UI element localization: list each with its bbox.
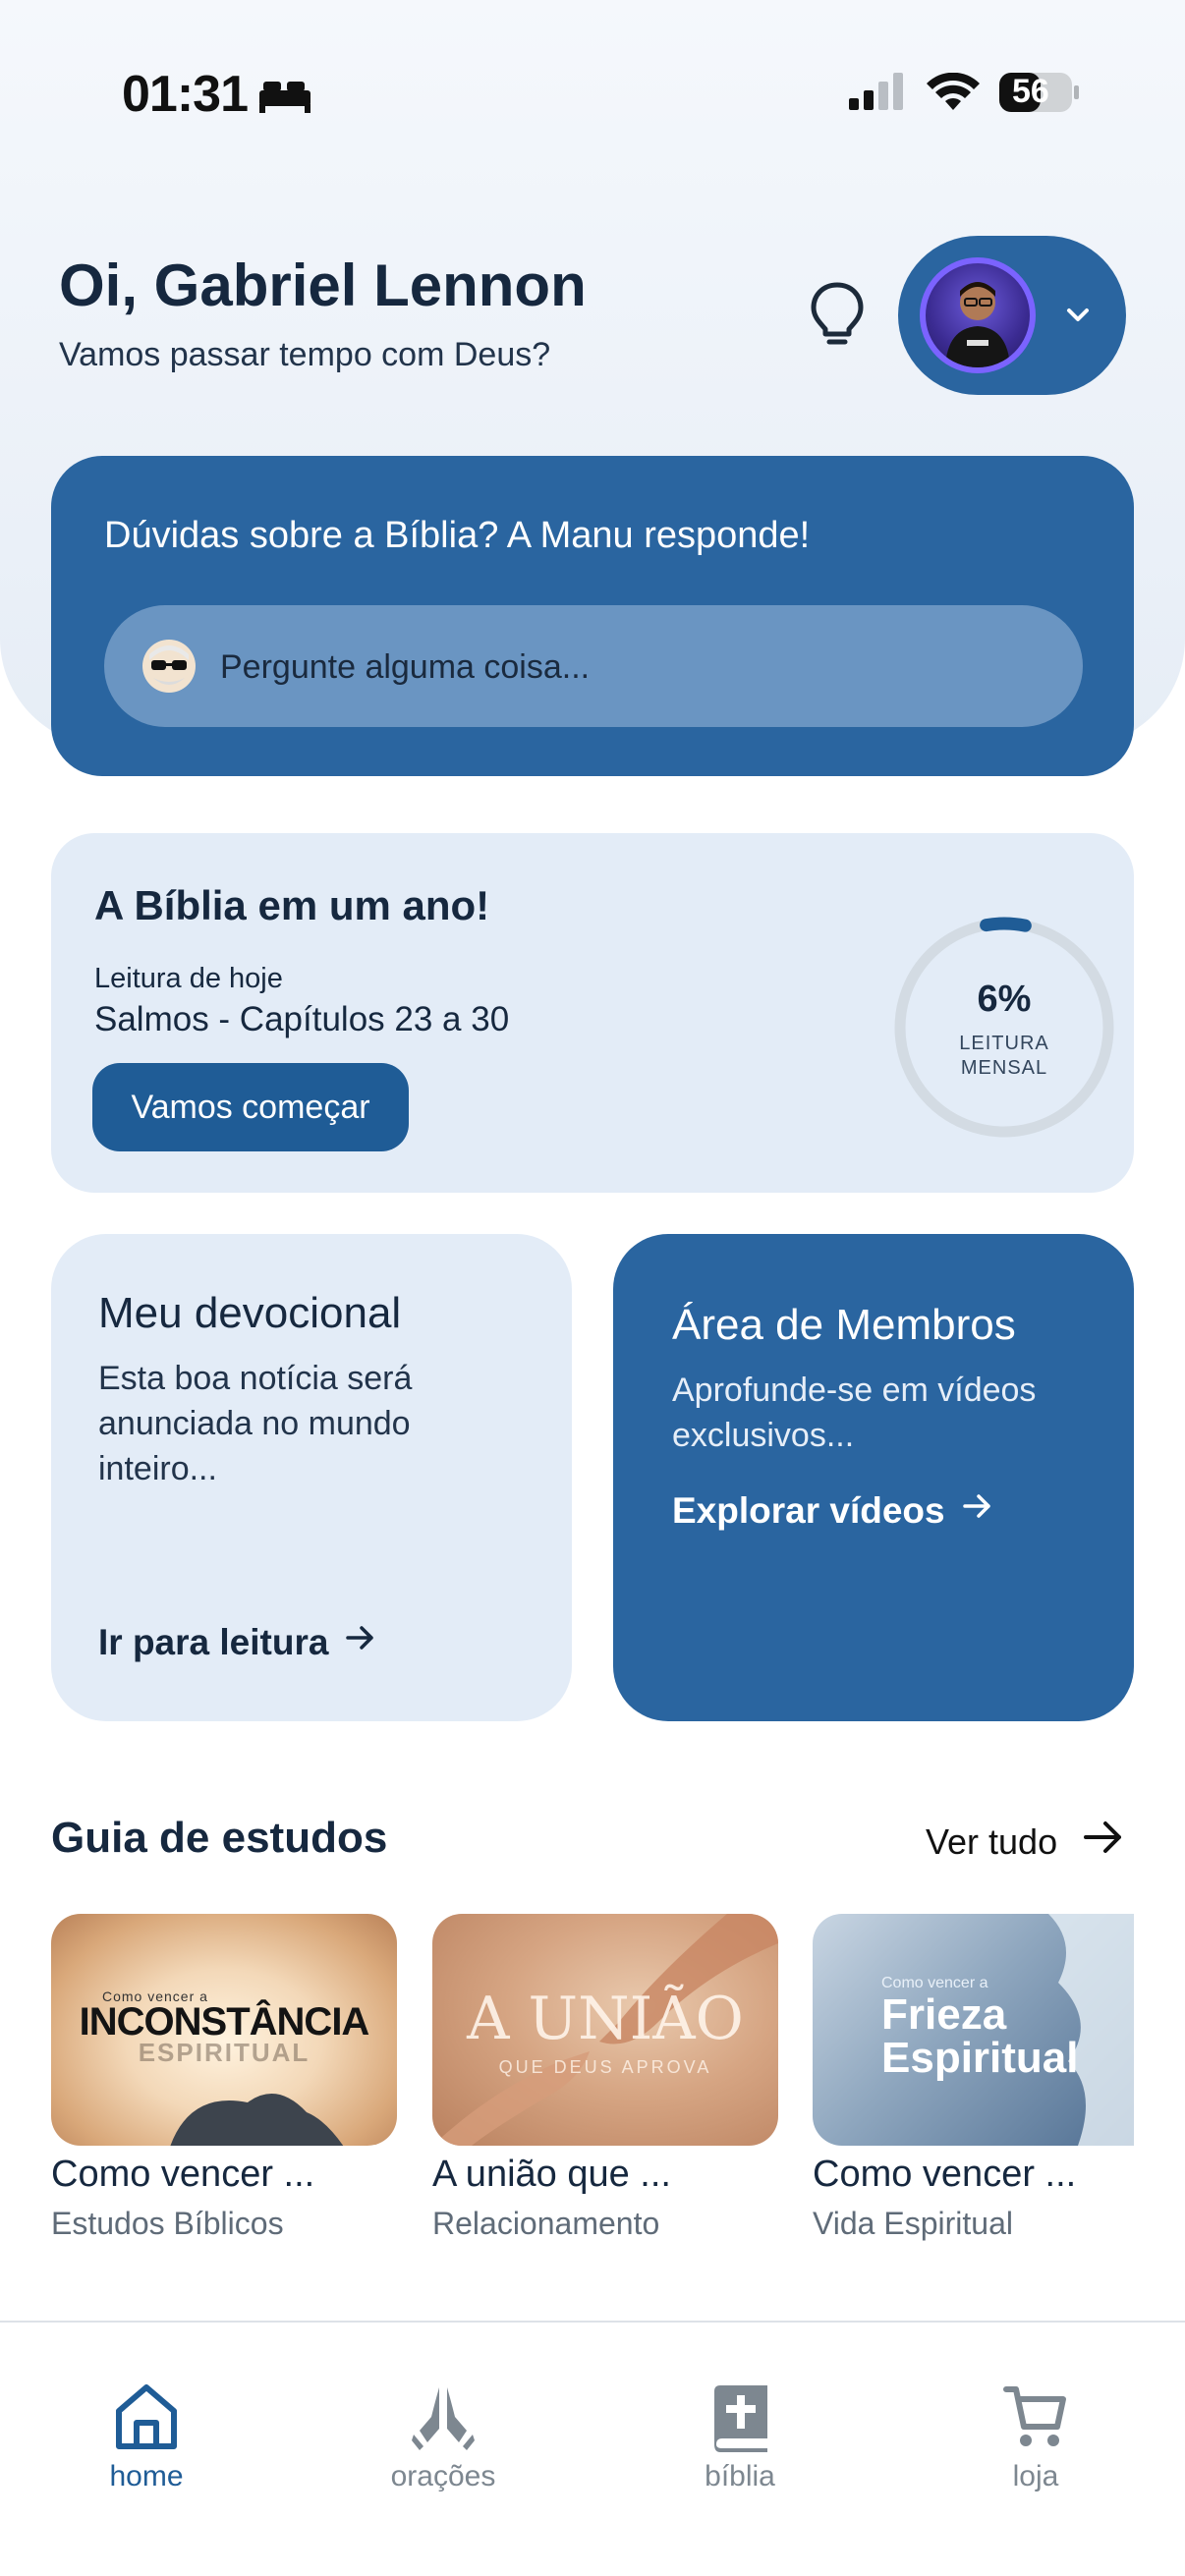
go-to-reading-label: Ir para leitura xyxy=(98,1621,329,1662)
bible-year-card: A Bíblia em um ano! Leitura de hoje Salm… xyxy=(51,833,1134,1193)
devotional-title: Meu devocional xyxy=(98,1289,402,1337)
thumbnail-title: A UNIÃO xyxy=(467,1985,744,2053)
go-to-reading-link[interactable]: Ir para leitura xyxy=(98,1621,377,1663)
home-icon xyxy=(116,2384,177,2449)
study-thumbnail: Como vencer a Frieza Espiritual xyxy=(813,1914,1134,2146)
nav-item-home[interactable]: home xyxy=(48,2381,245,2493)
greeting-title: Oi, Gabriel Lennon xyxy=(59,252,587,318)
study-guide-title: Guia de estudos xyxy=(51,1814,388,1862)
explore-videos-link[interactable]: Explorar vídeos xyxy=(672,1489,994,1532)
thumbnail-subtitle: Espiritual xyxy=(881,2034,1079,2082)
avatar xyxy=(920,257,1036,373)
start-reading-button[interactable]: Vamos começar xyxy=(92,1063,409,1151)
study-category: Estudos Bíblicos xyxy=(51,2206,284,2241)
nav-item-store[interactable]: loja xyxy=(937,2381,1134,2493)
nav-label: loja xyxy=(1012,2460,1059,2492)
bible-year-title: A Bíblia em um ano! xyxy=(94,882,490,928)
battery-level: 56 xyxy=(1012,73,1049,110)
arrow-right-icon xyxy=(1083,1818,1124,1866)
hand-illustration xyxy=(170,2094,344,2146)
today-reading: Salmos - Capítulos 23 a 30 xyxy=(94,1000,510,1038)
bible-icon xyxy=(714,2385,767,2452)
see-all-link[interactable]: Ver tudo xyxy=(926,1818,1124,1866)
devotional-card[interactable]: Meu devocional Esta boa notícia será anu… xyxy=(51,1234,572,1721)
ask-manu-input[interactable]: Pergunte alguma coisa... xyxy=(104,605,1083,727)
nav-item-prayers[interactable]: orações xyxy=(345,2381,541,2493)
profile-menu-button[interactable] xyxy=(898,236,1126,395)
status-time: 01:31 xyxy=(122,66,249,123)
lightbulb-icon[interactable] xyxy=(808,281,867,355)
explore-videos-label: Explorar vídeos xyxy=(672,1489,945,1531)
study-card[interactable]: Como vencer a Frieza Espiritual Como ven… xyxy=(813,1914,1134,2242)
members-area-title: Área de Membros xyxy=(672,1301,1016,1349)
sleep-mode-icon xyxy=(257,79,312,119)
study-thumbnail: Como vencer a INCONSTÂNCIA ESPIRITUAL xyxy=(51,1914,397,2146)
cellular-signal-icon xyxy=(849,73,906,117)
ask-manu-title: Dúvidas sobre a Bíblia? A Manu responde! xyxy=(104,515,811,556)
cart-icon xyxy=(1003,2386,1066,2446)
devotional-text: Esta boa notícia será anunciada no mundo… xyxy=(98,1360,413,1487)
monthly-progress-ring xyxy=(893,917,1115,1139)
monthly-progress-label: LEITURA MENSAL xyxy=(959,1033,1049,1079)
study-name: A união que ... xyxy=(432,2154,671,2195)
nav-label: bíblia xyxy=(705,2460,775,2492)
greeting-subtitle: Vamos passar tempo com Deus? xyxy=(59,336,551,373)
bottom-navigation: home orações bíblia loja xyxy=(0,2321,1185,2576)
study-card[interactable]: A UNIÃO QUE DEUS APROVA A união que ... … xyxy=(432,1914,778,2242)
arrow-right-icon xyxy=(961,1489,994,1532)
study-name: Como vencer ... xyxy=(813,2154,1077,2195)
monthly-progress-value: 6% xyxy=(977,979,1032,1020)
praying-hands-icon xyxy=(412,2387,475,2450)
wifi-icon xyxy=(926,72,981,117)
nav-item-bible[interactable]: bíblia xyxy=(642,2381,838,2493)
thumbnail-title: Frieza xyxy=(881,1990,1007,2039)
status-bar: 01:31 56 xyxy=(0,59,1185,138)
members-area-text: Aprofunde-se em vídeos exclusivos... xyxy=(672,1372,1037,1454)
members-area-card[interactable]: Área de Membros Aprofunde-se em vídeos e… xyxy=(613,1234,1134,1721)
see-all-label: Ver tudo xyxy=(926,1820,1058,1862)
study-thumbnail: A UNIÃO QUE DEUS APROVA xyxy=(432,1914,778,2146)
nav-label: home xyxy=(109,2460,184,2492)
study-card[interactable]: Como vencer a INCONSTÂNCIA ESPIRITUAL Co… xyxy=(51,1914,397,2242)
study-category: Relacionamento xyxy=(432,2206,660,2241)
study-category: Vida Espiritual xyxy=(813,2206,1013,2241)
ask-manu-placeholder: Pergunte alguma coisa... xyxy=(220,648,591,686)
study-name: Como vencer ... xyxy=(51,2154,315,2195)
nav-label: orações xyxy=(390,2460,496,2492)
chevron-down-icon xyxy=(1063,301,1093,335)
manu-avatar-icon xyxy=(141,639,197,699)
today-reading-label: Leitura de hoje xyxy=(94,963,283,994)
arrow-right-icon xyxy=(344,1621,377,1663)
thumbnail-caption: QUE DEUS APROVA xyxy=(498,2057,712,2077)
ask-manu-card: Dúvidas sobre a Bíblia? A Manu responde!… xyxy=(51,456,1134,776)
